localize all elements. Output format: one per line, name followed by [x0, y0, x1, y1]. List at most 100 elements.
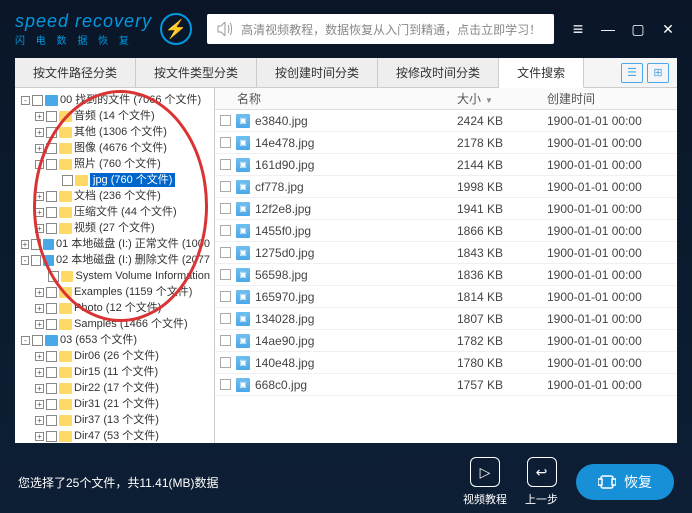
tree-checkbox[interactable]	[46, 207, 57, 218]
row-checkbox[interactable]	[220, 313, 231, 324]
expand-icon[interactable]: +	[35, 400, 44, 409]
tree-item[interactable]: +Dir47 (53 个文件)	[17, 428, 212, 443]
tab-4[interactable]: 文件搜索	[499, 58, 584, 88]
table-row[interactable]: ▣161d90.jpg2144 KB1900-01-01 00:00	[215, 154, 677, 176]
tree-item[interactable]: +Dir15 (11 个文件)	[17, 364, 212, 380]
tree-item[interactable]: +Dir37 (13 个文件)	[17, 412, 212, 428]
row-checkbox[interactable]	[220, 181, 231, 192]
tree-checkbox[interactable]	[62, 175, 73, 186]
table-row[interactable]: ▣140e48.jpg1780 KB1900-01-01 00:00	[215, 352, 677, 374]
expand-icon[interactable]: +	[35, 128, 44, 137]
row-checkbox[interactable]	[220, 291, 231, 302]
col-name[interactable]: 名称	[215, 90, 457, 107]
list-body[interactable]: ▣e3840.jpg2424 KB1900-01-01 00:00▣14e478…	[215, 110, 677, 443]
tab-2[interactable]: 按创建时间分类	[257, 58, 378, 87]
tree-item[interactable]: +其他 (1306 个文件)	[17, 124, 212, 140]
collapse-icon[interactable]: -	[21, 256, 29, 265]
tree-item[interactable]: +音频 (14 个文件)	[17, 108, 212, 124]
tree-checkbox[interactable]	[46, 223, 57, 234]
tree-checkbox[interactable]	[32, 335, 43, 346]
tree-checkbox[interactable]	[46, 367, 57, 378]
tree-checkbox[interactable]	[46, 111, 57, 122]
expand-icon[interactable]: +	[35, 192, 44, 201]
table-row[interactable]: ▣56598.jpg1836 KB1900-01-01 00:00	[215, 264, 677, 286]
row-checkbox[interactable]	[220, 379, 231, 390]
expand-icon[interactable]: +	[35, 304, 44, 313]
tree-item[interactable]: +Samples (1466 个文件)	[17, 316, 212, 332]
close-button[interactable]: ✕	[659, 20, 677, 38]
tree-item[interactable]: +压缩文件 (44 个文件)	[17, 204, 212, 220]
tree-item[interactable]: +Dir22 (17 个文件)	[17, 380, 212, 396]
minimize-button[interactable]: —	[599, 20, 617, 38]
tree-checkbox[interactable]	[46, 303, 57, 314]
expand-icon[interactable]: +	[35, 368, 44, 377]
tree-checkbox[interactable]	[46, 383, 57, 394]
row-checkbox[interactable]	[220, 203, 231, 214]
expand-icon[interactable]: +	[35, 416, 44, 425]
table-row[interactable]: ▣1455f0.jpg1866 KB1900-01-01 00:00	[215, 220, 677, 242]
row-checkbox[interactable]	[220, 269, 231, 280]
expand-icon[interactable]: +	[35, 320, 44, 329]
table-row[interactable]: ▣14e478.jpg2178 KB1900-01-01 00:00	[215, 132, 677, 154]
maximize-button[interactable]: ▢	[629, 20, 647, 38]
collapse-icon[interactable]: -	[21, 336, 30, 345]
expand-icon[interactable]: +	[35, 352, 44, 361]
expand-icon[interactable]: +	[21, 240, 29, 249]
expand-icon[interactable]: +	[35, 224, 44, 233]
tree-item[interactable]: +Dir31 (21 个文件)	[17, 396, 212, 412]
tree-checkbox[interactable]	[46, 143, 57, 154]
tree-item[interactable]: +01 本地磁盘 (I:) 正常文件 (1000	[17, 236, 212, 252]
tree-item[interactable]: System Volume Information	[17, 268, 212, 284]
tree-checkbox[interactable]	[46, 399, 57, 410]
collapse-icon[interactable]: -	[21, 96, 30, 105]
tree-item[interactable]: +Examples (1159 个文件)	[17, 284, 212, 300]
col-size[interactable]: 大小▼	[457, 90, 547, 107]
tree-checkbox[interactable]	[46, 191, 57, 202]
table-row[interactable]: ▣165970.jpg1814 KB1900-01-01 00:00	[215, 286, 677, 308]
tree-item[interactable]: +文档 (236 个文件)	[17, 188, 212, 204]
tree-pane[interactable]: -00 找到的文件 (7066 个文件)+音频 (14 个文件)+其他 (130…	[15, 88, 215, 443]
tree-checkbox[interactable]	[46, 431, 57, 442]
tree-checkbox[interactable]	[46, 319, 57, 330]
tree-checkbox[interactable]	[46, 127, 57, 138]
expand-icon[interactable]: +	[35, 432, 44, 441]
tree-item[interactable]: +视频 (27 个文件)	[17, 220, 212, 236]
tree-checkbox[interactable]	[46, 351, 57, 362]
tree-checkbox[interactable]	[32, 95, 43, 106]
tree-checkbox[interactable]	[46, 159, 57, 170]
tree-item[interactable]: +Photo (12 个文件)	[17, 300, 212, 316]
tab-1[interactable]: 按文件类型分类	[136, 58, 257, 87]
row-checkbox[interactable]	[220, 247, 231, 258]
tree-item[interactable]: +Dir06 (26 个文件)	[17, 348, 212, 364]
tree-item[interactable]: jpg (760 个文件)	[17, 172, 212, 188]
table-row[interactable]: ▣134028.jpg1807 KB1900-01-01 00:00	[215, 308, 677, 330]
table-row[interactable]: ▣e3840.jpg2424 KB1900-01-01 00:00	[215, 110, 677, 132]
row-checkbox[interactable]	[220, 225, 231, 236]
col-date[interactable]: 创建时间	[547, 90, 677, 107]
table-row[interactable]: ▣12f2e8.jpg1941 KB1900-01-01 00:00	[215, 198, 677, 220]
expand-icon[interactable]: +	[35, 208, 44, 217]
tree-checkbox[interactable]	[48, 271, 59, 282]
menu-button[interactable]: ≡	[569, 20, 587, 38]
tree-item[interactable]: -02 本地磁盘 (I:) 删除文件 (2077	[17, 252, 212, 268]
expand-icon[interactable]: +	[35, 384, 44, 393]
back-button[interactable]: ↩ 上一步	[525, 457, 558, 507]
row-checkbox[interactable]	[220, 335, 231, 346]
tree-checkbox[interactable]	[46, 287, 57, 298]
tree-checkbox[interactable]	[31, 239, 41, 250]
tree-checkbox[interactable]	[46, 415, 57, 426]
tab-3[interactable]: 按修改时间分类	[378, 58, 499, 87]
tutorial-banner[interactable]: 高清视频教程，数据恢复从入门到精通，点击立即学习！	[207, 14, 554, 44]
tree-item[interactable]: -照片 (760 个文件)	[17, 156, 212, 172]
table-row[interactable]: ▣cf778.jpg1998 KB1900-01-01 00:00	[215, 176, 677, 198]
tree-item[interactable]: +图像 (4676 个文件)	[17, 140, 212, 156]
row-checkbox[interactable]	[220, 137, 231, 148]
row-checkbox[interactable]	[220, 115, 231, 126]
expand-icon[interactable]: +	[35, 288, 44, 297]
row-checkbox[interactable]	[220, 159, 231, 170]
recover-button[interactable]: 恢复	[576, 464, 674, 500]
tree-checkbox[interactable]	[31, 255, 41, 266]
expand-icon[interactable]: +	[35, 144, 44, 153]
tab-0[interactable]: 按文件路径分类	[15, 58, 136, 87]
collapse-icon[interactable]: -	[35, 160, 44, 169]
